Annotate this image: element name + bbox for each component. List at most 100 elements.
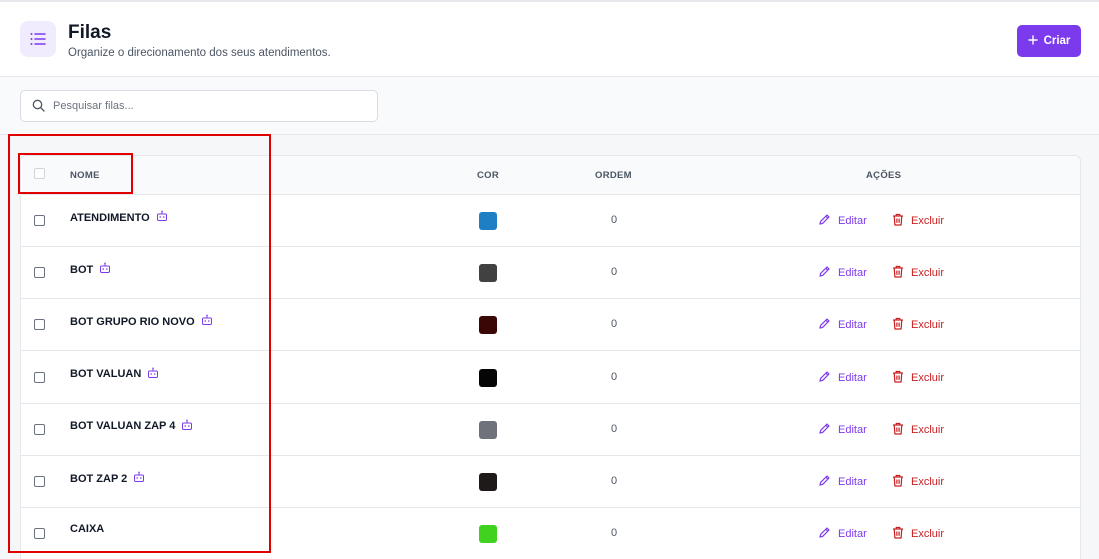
row-checkbox[interactable] [34,319,45,331]
page-header: Filas Organize o direcionamento dos seus… [0,0,1099,77]
queue-name: BOT VALUAN ZAP 4 [70,419,193,434]
table-row: BOT VALUAN 0 Editar Excluir [21,352,1080,404]
trash-icon [892,474,904,490]
trash-icon [892,265,904,281]
edit-button-label: Editar [838,267,867,280]
delete-button-label: Excluir [911,215,945,227]
page-title: Filas [68,22,112,43]
table-row: BOT ZAP 2 0 Editar Excluir [21,456,1080,508]
trash-icon [892,370,904,386]
queue-name: BOT VALUAN [70,367,159,382]
page-subtitle: Organize o direcionamento dos seus atend… [68,47,331,59]
edit-button-label: Editar [838,528,867,541]
queue-name-text: BOT ZAP 2 [70,472,128,485]
queue-name: BOT GRUPO RIO NOVO [70,314,213,329]
queue-color-swatch [479,525,497,544]
delete-button[interactable]: Excluir [892,370,944,386]
delete-button[interactable]: Excluir [892,213,944,229]
table-row: ATENDIMENTO 0 Editar Excluir [21,195,1080,247]
edit-button-label: Editar [838,423,867,436]
queue-name: BOT ZAP 2 [70,471,145,486]
create-button-label: Criar [1043,35,1071,47]
table-row: BOT 0 Editar Excluir [21,247,1080,300]
queue-color-swatch [479,368,497,387]
edit-button[interactable]: Editar [818,265,867,281]
trash-icon [892,526,904,542]
row-checkbox[interactable] [34,423,45,435]
search-icon [32,99,45,117]
edit-button[interactable]: Editar [818,213,867,229]
table-row: BOT VALUAN ZAP 4 0 Editar Excluir [21,404,1080,456]
queue-color-swatch [479,420,497,439]
search-input[interactable] [53,91,373,121]
edit-button[interactable]: Editar [818,474,867,490]
edit-button[interactable]: Editar [818,317,867,333]
delete-button-label: Excluir [911,423,945,436]
delete-button[interactable]: Excluir [892,474,944,490]
delete-button-label: Excluir [911,476,945,488]
queue-order: 0 [610,266,618,279]
queue-order: 0 [610,370,618,383]
column-header-name[interactable]: NOME [70,170,100,181]
robot-icon [99,262,111,277]
row-checkbox[interactable] [34,371,45,383]
queue-name-text: CAIXA [70,523,105,536]
delete-button-label: Excluir [911,528,945,541]
search-box[interactable] [20,90,378,122]
robot-icon [147,367,159,382]
robot-icon [133,471,145,486]
queue-name-text: BOT VALUAN ZAP 4 [70,420,176,433]
delete-button[interactable]: Excluir [892,422,944,438]
column-header-actions: AÇÕES [866,170,902,181]
create-button[interactable]: Criar [1017,25,1081,57]
pencil-icon [818,370,831,386]
row-checkbox[interactable] [34,215,45,226]
row-checkbox[interactable] [34,476,45,487]
delete-button[interactable]: Excluir [892,526,944,542]
column-header-color[interactable]: COR [477,170,499,181]
row-checkbox[interactable] [34,267,45,279]
robot-icon [181,419,193,434]
edit-button[interactable]: Editar [818,370,867,386]
queue-order: 0 [610,475,618,487]
table-row: BOT GRUPO RIO NOVO 0 Editar Excluir [21,299,1080,352]
queue-color-swatch [479,473,497,491]
table-row: CAIXA 0 Editar Excluir [21,508,1080,559]
queues-table: NOME COR ORDEM AÇÕES ATENDIMENTO 0 Editar E… [20,155,1081,559]
queue-name-text: ATENDIMENTO [70,211,150,224]
queue-order: 0 [610,318,618,331]
queue-name-text: BOT [70,263,94,276]
queue-name-text: BOT GRUPO RIO NOVO [70,315,195,328]
queue-name: BOT [70,262,111,277]
plus-icon [1027,34,1038,48]
queue-color-swatch [479,316,497,335]
edit-button[interactable]: Editar [818,526,867,542]
queue-order: 0 [610,422,618,435]
delete-button[interactable]: Excluir [892,317,944,333]
select-all-checkbox[interactable] [34,168,45,179]
pencil-icon [818,265,831,281]
delete-button-label: Excluir [911,319,945,332]
queue-color-swatch [479,264,497,283]
trash-icon [892,422,904,438]
delete-button-label: Excluir [911,267,945,280]
trash-icon [892,213,904,229]
pencil-icon [818,526,831,542]
edit-button-label: Editar [838,371,867,384]
column-header-order[interactable]: ORDEM [595,170,632,181]
edit-button-label: Editar [838,215,867,227]
edit-button-label: Editar [838,319,867,332]
queue-name-text: BOT VALUAN [70,368,142,381]
table-header: NOME COR ORDEM AÇÕES [21,156,1080,195]
robot-icon [156,210,168,225]
queue-order: 0 [610,527,618,540]
row-checkbox[interactable] [34,528,45,540]
queue-name: ATENDIMENTO [70,210,168,225]
pencil-icon [818,422,831,438]
trash-icon [892,317,904,333]
edit-button[interactable]: Editar [818,422,867,438]
list-icon [20,21,56,57]
pencil-icon [818,317,831,333]
queue-order: 0 [610,214,618,226]
delete-button[interactable]: Excluir [892,265,944,281]
